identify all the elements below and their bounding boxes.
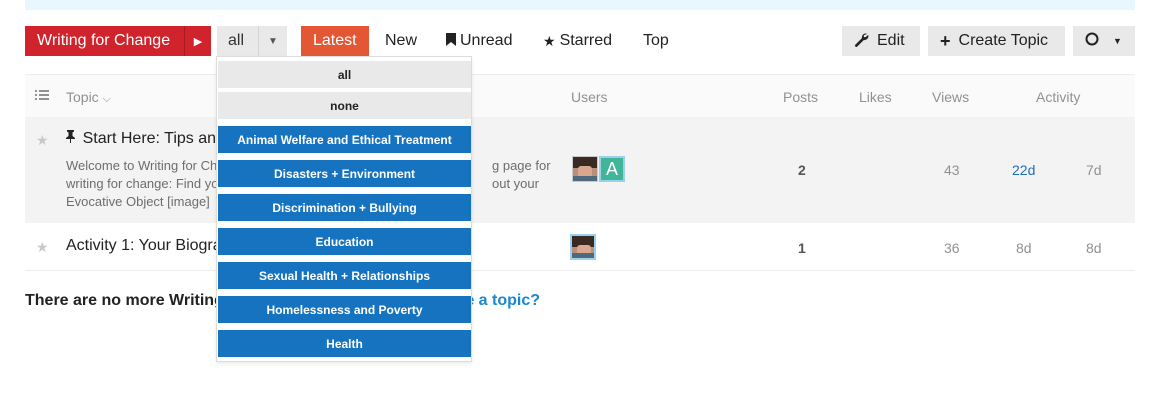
wrench-icon (854, 32, 869, 51)
edit-button[interactable]: Edit (842, 26, 920, 56)
caret-down-icon: ▼ (1113, 36, 1122, 46)
plus-icon: + (940, 30, 951, 51)
category-dropdown-button[interactable]: Writing for Change ▶ (25, 26, 211, 56)
tab-new[interactable]: New (385, 26, 417, 56)
tab-label: Top (643, 32, 669, 49)
star-icon[interactable]: ★ (36, 239, 49, 256)
topic-row: ★ Activity 1: Your Biogra 1 36 8d 8d (25, 223, 1135, 271)
excerpt-line: writing for change: Find yo (66, 176, 219, 191)
last-post-age[interactable]: 8d (1086, 240, 1102, 256)
tab-label: New (385, 32, 418, 49)
notification-level-button[interactable]: ▼ (1073, 26, 1135, 56)
circle-icon (1085, 32, 1099, 51)
posts-count[interactable]: 2 (798, 162, 806, 178)
letter-avatar[interactable]: A (599, 156, 625, 182)
column-activity[interactable]: Activity (1036, 89, 1080, 105)
column-users: Users (571, 89, 608, 105)
posts-count[interactable]: 1 (798, 240, 806, 256)
footer-message: There are no more Writing (25, 292, 224, 309)
dropdown-item-category[interactable]: Education (218, 228, 471, 255)
excerpt-line: Evocative Object [image] (66, 194, 210, 209)
dropdown-item-all[interactable]: all (218, 61, 471, 88)
create-topic-button[interactable]: + Create Topic (928, 26, 1065, 56)
excerpt-line: g page for (492, 158, 551, 173)
subcategory-filter-button[interactable]: all ▼ (217, 26, 287, 56)
star-icon: ★ (543, 32, 556, 49)
category-label: Writing for Change (37, 32, 171, 49)
create-topic-label: Create Topic (958, 32, 1049, 49)
dropdown-item-category[interactable]: Sexual Health + Relationships (218, 262, 471, 289)
topic-title: Start Here: Tips an (82, 130, 217, 147)
edit-label: Edit (877, 32, 905, 49)
chevron-down-icon: ⌵ (102, 93, 111, 105)
column-likes[interactable]: Likes (859, 89, 892, 105)
last-post-age[interactable]: 7d (1086, 162, 1102, 178)
chevron-right-icon: ▶ (193, 35, 203, 48)
dropdown-item-category[interactable]: Discrimination + Bullying (218, 194, 471, 221)
views-count: 36 (944, 240, 960, 256)
bookmark-icon (446, 33, 456, 49)
tab-label: Starred (559, 32, 613, 49)
dropdown-item-none[interactable]: none (218, 92, 471, 119)
column-topic[interactable]: Topic ⌵ (66, 89, 111, 106)
column-posts[interactable]: Posts (783, 89, 818, 105)
caret-down-icon: ▼ (268, 35, 278, 47)
dropdown-item-category[interactable]: Animal Welfare and Ethical Treatment (218, 126, 471, 153)
dropdown-item-category[interactable]: Homelessness and Poverty (218, 296, 471, 323)
filter-label: all (228, 32, 245, 49)
excerpt-line: Welcome to Writing for Ch (66, 158, 218, 173)
avatar[interactable] (570, 234, 596, 260)
views-count: 43 (944, 162, 960, 178)
topic-list-header: Topic ⌵ Users Posts Likes Views Activity (25, 74, 1135, 117)
list-icon[interactable] (35, 88, 49, 104)
star-icon[interactable]: ★ (36, 132, 49, 149)
avatar[interactable] (572, 156, 598, 182)
tab-unread[interactable]: Unread (446, 26, 512, 56)
first-post-age[interactable]: 22d (1012, 162, 1035, 178)
create-topic-link[interactable]: te a topic? (460, 292, 540, 310)
pin-icon (66, 130, 79, 146)
topic-excerpt-continued: g page for out your (492, 157, 551, 193)
notice-banner (25, 0, 1135, 10)
avatar-shirt (573, 176, 597, 181)
avatar-shirt (572, 253, 594, 258)
first-post-age[interactable]: 8d (1016, 240, 1032, 256)
topic-excerpt: Welcome to Writing for Ch writing for ch… (66, 157, 218, 211)
tab-label: Latest (313, 32, 357, 49)
dropdown-item-category[interactable]: Health (218, 330, 471, 357)
topic-title-link[interactable]: Start Here: Tips an (66, 130, 216, 148)
dropdown-item-category[interactable]: Disasters + Environment (218, 160, 471, 187)
topic-row: ★ Start Here: Tips an Welcome to Writing… (25, 117, 1135, 223)
topic-title-link[interactable]: Activity 1: Your Biogra (66, 237, 222, 255)
excerpt-line: out your (492, 176, 539, 191)
subcategory-dropdown-menu: all none Animal Welfare and Ethical Trea… (216, 56, 472, 362)
column-views[interactable]: Views (932, 89, 969, 105)
tab-top[interactable]: Top (643, 26, 669, 56)
tab-label: Unread (460, 32, 513, 49)
tab-latest[interactable]: Latest (301, 26, 369, 56)
column-topic-label: Topic (66, 89, 99, 105)
tab-starred[interactable]: ★ Starred (543, 26, 612, 56)
